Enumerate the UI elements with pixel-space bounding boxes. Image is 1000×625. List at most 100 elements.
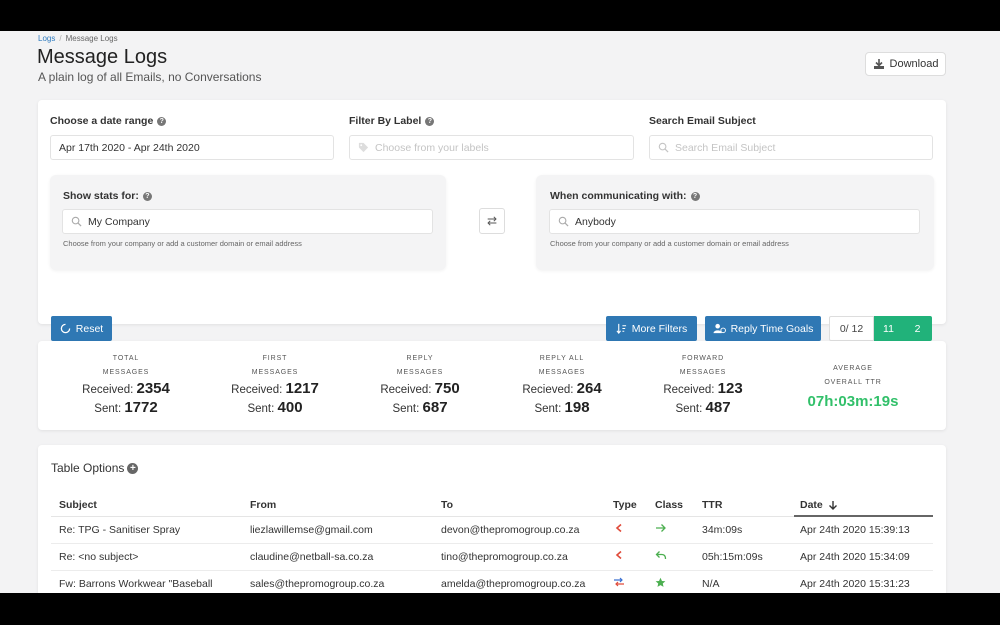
stat-forward-messages: FORWARD MESSAGES Received: 123 Sent: 487 bbox=[633, 352, 773, 418]
sent-count: 487 bbox=[705, 399, 731, 416]
sent-label: Sent: bbox=[534, 403, 562, 415]
column-header-from[interactable]: From bbox=[250, 499, 276, 511]
cell-ttr: 05h:15m:09s bbox=[702, 551, 763, 563]
label-filter-select[interactable]: Choose from your labels bbox=[349, 135, 634, 160]
stat-total-messages: TOTAL MESSAGES Received: 2354 Sent: 1772 bbox=[56, 352, 196, 418]
table-card: Table Options + Subject From To Type Cla… bbox=[38, 445, 946, 593]
more-filters-button[interactable]: More Filters bbox=[606, 316, 697, 341]
cell-date: Apr 24th 2020 15:39:13 bbox=[800, 524, 910, 536]
stat-title: REPLY ALL bbox=[539, 355, 585, 362]
stat-received: Recieved: 264 bbox=[492, 380, 632, 399]
subject-search-placeholder: Search Email Subject bbox=[675, 141, 776, 154]
sort-icon bbox=[616, 323, 626, 334]
column-header-ttr[interactable]: TTR bbox=[702, 499, 722, 511]
cell-from: liezlawillemse@gmail.com bbox=[250, 524, 373, 536]
sent-label: Sent: bbox=[94, 403, 122, 415]
sent-count: 400 bbox=[277, 399, 303, 416]
subject-search-label-text: Search Email Subject bbox=[649, 115, 756, 127]
received-count: 750 bbox=[434, 380, 460, 397]
goal-pill-met[interactable]: 11 bbox=[874, 316, 903, 341]
column-header-subject[interactable]: Subject bbox=[59, 499, 97, 511]
cell-subject: Fw: Barrons Workwear "Baseball bbox=[59, 578, 213, 590]
plus-icon[interactable]: + bbox=[127, 462, 139, 474]
stat-first-messages: FIRST MESSAGES Received: 1217 Sent: 400 bbox=[205, 352, 345, 418]
stat-title: REPLY bbox=[406, 355, 434, 362]
table-row[interactable]: Re: TPG - Sanitiser Spray liezlawillemse… bbox=[51, 517, 933, 544]
reset-label: Reset bbox=[75, 322, 104, 335]
arrow-right-icon bbox=[656, 524, 666, 532]
help-icon[interactable]: ? bbox=[425, 116, 435, 126]
cell-date: Apr 24th 2020 15:31:23 bbox=[800, 578, 910, 590]
reset-button[interactable]: Reset bbox=[51, 316, 112, 341]
help-icon[interactable]: ? bbox=[157, 116, 167, 126]
received-count: 123 bbox=[717, 380, 743, 397]
help-icon[interactable]: ? bbox=[690, 191, 700, 201]
table-options-label: Table Options bbox=[51, 461, 125, 475]
stat-reply-messages: REPLY MESSAGES Received: 750 Sent: 687 bbox=[350, 352, 490, 418]
received-label: Received: bbox=[663, 384, 715, 396]
app-screen: Logs / Message Logs Message Logs A plain l… bbox=[0, 31, 1000, 593]
stat-title: FIRST bbox=[262, 355, 288, 362]
breadcrumb-logs-link[interactable]: Logs bbox=[38, 34, 55, 43]
cell-to: devon@thepromogroup.co.za bbox=[441, 524, 580, 536]
stat-title: FORWARD bbox=[681, 355, 725, 362]
stat-title: MESSAGES bbox=[102, 369, 150, 376]
column-header-class[interactable]: Class bbox=[655, 499, 683, 511]
stat-title: AVERAGE bbox=[833, 365, 873, 372]
table-row[interactable]: Re: <no subject> claudine@netball-sa.co.… bbox=[51, 544, 933, 571]
breadcrumb-current: Message Logs bbox=[65, 34, 118, 43]
stat-received: Received: 750 bbox=[350, 380, 490, 399]
search-icon bbox=[71, 216, 82, 227]
subject-search-label: Search Email Subject bbox=[649, 115, 756, 127]
download-button[interactable]: Download bbox=[865, 52, 946, 76]
stat-reply-all-messages: REPLY ALL MESSAGES Recieved: 264 Sent: 1… bbox=[492, 352, 632, 418]
cell-type bbox=[614, 550, 624, 563]
stats-for-label: Show stats for:? bbox=[63, 190, 152, 202]
communicating-with-input[interactable]: Anybody bbox=[549, 209, 920, 234]
stat-sent: Sent: 400 bbox=[205, 399, 345, 418]
reply-icon bbox=[655, 551, 667, 560]
stat-received: Received: 123 bbox=[633, 380, 773, 399]
column-header-type[interactable]: Type bbox=[613, 499, 637, 511]
filters-card: Choose a date range? Apr 17th 2020 - Apr… bbox=[38, 100, 946, 341]
breadcrumb-separator: / bbox=[59, 34, 62, 43]
breadcrumb: Logs / Message Logs bbox=[38, 34, 118, 43]
cell-type bbox=[613, 577, 625, 590]
stat-title: TOTAL bbox=[112, 355, 140, 362]
column-header-date[interactable]: Date bbox=[800, 499, 838, 511]
reply-time-goals-button[interactable]: Reply Time Goals bbox=[705, 316, 821, 341]
more-filters-label: More Filters bbox=[631, 322, 688, 335]
date-range-value: Apr 17th 2020 - Apr 24th 2020 bbox=[59, 141, 200, 154]
column-header-to[interactable]: To bbox=[441, 499, 453, 511]
received-label: Received: bbox=[82, 384, 134, 396]
cell-class bbox=[655, 577, 666, 591]
communicating-with-panel: When communicating with:? Anybody Choose… bbox=[536, 175, 934, 270]
help-icon[interactable]: ? bbox=[142, 191, 152, 201]
table-row[interactable]: Fw: Barrons Workwear "Baseball sales@the… bbox=[51, 571, 933, 593]
sort-desc-icon bbox=[828, 501, 837, 510]
reply-time-goals-label: Reply Time Goals bbox=[730, 322, 814, 335]
stat-sent: Sent: 687 bbox=[350, 399, 490, 418]
label-filter-placeholder: Choose from your labels bbox=[375, 141, 489, 154]
page-subtitle: A plain log of all Emails, no Conversati… bbox=[38, 70, 262, 84]
cell-type bbox=[614, 523, 624, 536]
stat-title: MESSAGES bbox=[251, 369, 299, 376]
table-options[interactable]: Table Options + bbox=[51, 461, 139, 475]
received-count: 2354 bbox=[136, 380, 170, 397]
page-title: Message Logs bbox=[37, 46, 168, 68]
stat-title: OVERALL TTR bbox=[824, 379, 882, 386]
stat-sent: Sent: 1772 bbox=[56, 399, 196, 418]
star-icon bbox=[655, 577, 666, 587]
tag-icon bbox=[358, 142, 369, 153]
average-ttr-value: 07h:03m:19s bbox=[807, 393, 899, 410]
date-range-label-text: Choose a date range bbox=[50, 115, 154, 127]
stats-for-input[interactable]: My Company bbox=[62, 209, 433, 234]
stat-received: Received: 1217 bbox=[205, 380, 345, 399]
stats-for-panel: Show stats for:? My Company Choose from … bbox=[50, 175, 446, 270]
communicating-with-label: When communicating with:? bbox=[550, 190, 700, 202]
date-range-input[interactable]: Apr 17th 2020 - Apr 24th 2020 bbox=[50, 135, 334, 160]
swap-button[interactable]: ⇄ bbox=[479, 208, 505, 234]
communicating-with-label-text: When communicating with: bbox=[550, 190, 687, 202]
goal-pill-missed[interactable]: 2 bbox=[903, 316, 932, 341]
subject-search-input[interactable]: Search Email Subject bbox=[649, 135, 933, 160]
